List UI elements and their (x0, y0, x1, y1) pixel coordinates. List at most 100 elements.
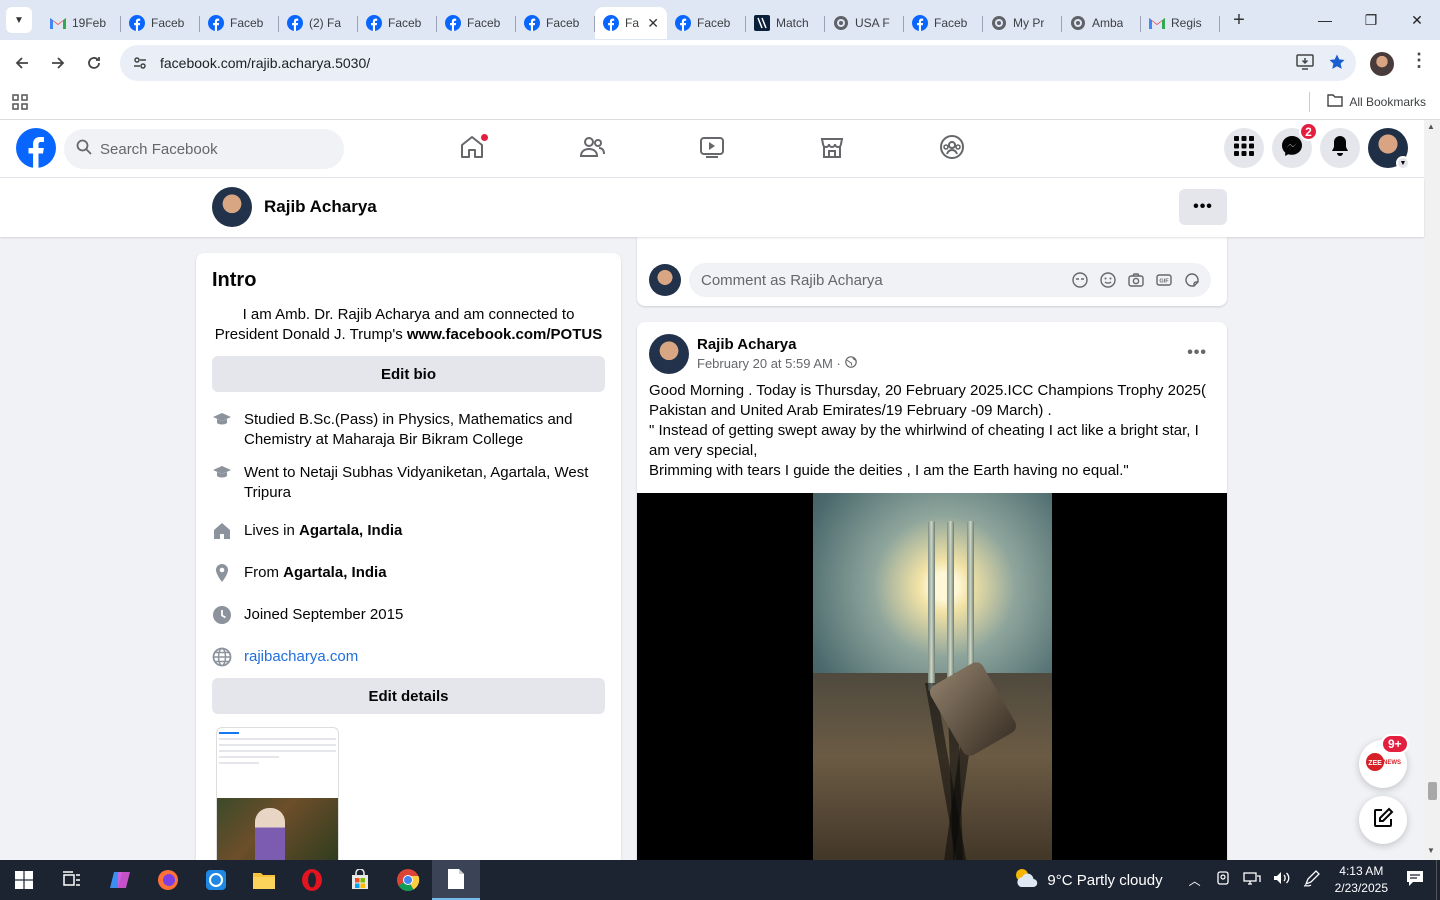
search-input[interactable] (100, 140, 300, 158)
profile-sticky-header: Rajib Acharya ••• (0, 178, 1424, 237)
account-avatar[interactable]: ▼ (1368, 128, 1410, 170)
scrollbar-thumb[interactable] (1428, 782, 1437, 800)
install-app-icon[interactable] (1296, 54, 1314, 75)
copilot-icon[interactable] (96, 860, 144, 900)
website-link[interactable]: rajibacharya.com (244, 647, 358, 667)
chrome-menu-icon[interactable]: ⋮ (1410, 50, 1428, 71)
post-author-name[interactable]: Rajib Acharya (697, 336, 797, 353)
browser-tab[interactable]: Faceb (358, 7, 437, 39)
tab-video[interactable] (652, 120, 772, 178)
facebook-top-nav: 2 ▼ (0, 120, 1424, 178)
site-info-icon[interactable] (124, 55, 156, 71)
microsoft-store-icon[interactable] (336, 860, 384, 900)
browser-tab[interactable]: (2) Fa (279, 7, 358, 39)
file-explorer-icon[interactable] (240, 860, 288, 900)
browser-tab[interactable]: Faceb (200, 7, 279, 39)
browser-tab[interactable]: Faceb (667, 7, 746, 39)
chrome-icon[interactable] (384, 860, 432, 900)
task-view-icon[interactable] (48, 860, 96, 900)
tab-marketplace[interactable] (772, 120, 892, 178)
forward-button[interactable] (40, 45, 76, 81)
new-message-button[interactable] (1359, 796, 1407, 844)
opera-icon[interactable] (288, 860, 336, 900)
browser-tab[interactable]: Amba (1062, 7, 1141, 39)
scroll-up-arrow[interactable]: ▲ (1427, 122, 1435, 131)
browser-tab[interactable]: Faceb (516, 7, 595, 39)
bio-link[interactable]: www.facebook.com/POTUS (407, 326, 602, 343)
messenger-button[interactable]: 2 (1272, 122, 1318, 168)
post-image[interactable] (637, 493, 1227, 882)
tab-title: Faceb (546, 16, 580, 30)
browser-tab[interactable]: Faceb (437, 7, 516, 39)
from-place[interactable]: Agartala, India (283, 564, 386, 581)
camera-icon[interactable] (1127, 271, 1145, 289)
page-scrollbar[interactable]: ▲ ▼ (1424, 120, 1440, 860)
globe-icon (991, 15, 1007, 31)
lives-place[interactable]: Agartala, India (299, 522, 402, 539)
new-tab-button[interactable]: + (1224, 5, 1254, 35)
facebook-icon (675, 15, 691, 31)
sticker-icon[interactable] (1183, 271, 1201, 289)
notepad-icon[interactable] (432, 860, 480, 900)
pen-icon[interactable] (1303, 869, 1321, 891)
edit-bio-button[interactable]: Edit bio (212, 356, 605, 392)
featured-photo-thumbnail[interactable] (216, 727, 339, 867)
bookmark-star-icon[interactable] (1328, 53, 1346, 76)
profile-more-button[interactable]: ••• (1179, 189, 1227, 225)
edit-details-button[interactable]: Edit details (212, 678, 605, 714)
weather-widget[interactable]: 9°C Partly cloudy (1013, 867, 1163, 893)
close-tab-icon[interactable]: ✕ (647, 15, 659, 32)
all-bookmarks-button[interactable]: All Bookmarks (1327, 93, 1426, 110)
network-icon[interactable] (1242, 870, 1261, 890)
browser-tab[interactable]: Faceb (904, 7, 983, 39)
url-text[interactable]: facebook.com/rajib.acharya.5030/ (160, 55, 370, 71)
meet-now-icon[interactable] (1215, 870, 1231, 890)
notifications-button[interactable] (1320, 128, 1360, 168)
commenter-avatar[interactable] (649, 264, 681, 296)
tab-search-button[interactable]: ▼ (6, 7, 32, 33)
taskbar-clock[interactable]: 4:13 AM 2/23/2025 (1335, 863, 1388, 897)
maximize-button[interactable]: ❐ (1348, 0, 1394, 40)
emoji-icon[interactable] (1099, 271, 1117, 289)
avatar-sticker-icon[interactable] (1071, 271, 1089, 289)
post-options-button[interactable]: ••• (1187, 344, 1207, 362)
tab-friends[interactable] (532, 120, 652, 178)
app-blue-icon[interactable] (192, 860, 240, 900)
tab-active[interactable]: Fa ✕ (595, 7, 667, 39)
thumbnail-line (219, 762, 259, 764)
facebook-search-box[interactable] (64, 129, 344, 169)
facebook-logo[interactable] (16, 128, 56, 168)
close-window-button[interactable]: ✕ (1394, 0, 1440, 40)
chevron-up-icon[interactable]: ︿ (1189, 872, 1201, 889)
volume-icon[interactable] (1273, 870, 1291, 890)
minimize-button[interactable]: — (1302, 0, 1348, 40)
reload-button[interactable] (76, 45, 112, 81)
start-button[interactable] (0, 860, 48, 900)
browser-tab[interactable]: USA F (825, 7, 904, 39)
comment-input[interactable]: Comment as Rajib Acharya GIF (689, 263, 1211, 297)
tab-groups[interactable] (892, 120, 1012, 178)
menu-button[interactable] (1224, 128, 1264, 168)
browser-tab[interactable]: Regis (1141, 7, 1220, 39)
profile-avatar[interactable] (212, 187, 252, 227)
tab-home[interactable] (412, 120, 532, 178)
studied-text: Studied B.Sc.(Pass) in Physics, Mathemat… (244, 411, 573, 448)
chrome-profile-avatar[interactable] (1370, 52, 1394, 76)
post-time-text[interactable]: February 20 at 5:59 AM · (697, 356, 841, 371)
firefox-icon[interactable] (144, 860, 192, 900)
back-button[interactable] (4, 45, 40, 81)
post-author-avatar[interactable] (649, 334, 689, 374)
browser-tab[interactable]: Faceb (121, 7, 200, 39)
gif-icon[interactable]: GIF (1155, 271, 1173, 289)
profile-name[interactable]: Rajib Acharya (264, 197, 377, 217)
action-center-icon[interactable] (1406, 869, 1424, 891)
all-bookmarks-label: All Bookmarks (1349, 94, 1426, 109)
apps-grid-icon[interactable] (12, 94, 28, 115)
scroll-down-arrow[interactable]: ▼ (1427, 846, 1435, 855)
browser-tab[interactable]: My Pr (983, 7, 1062, 39)
browser-tab[interactable]: Match (746, 7, 825, 39)
browser-tab[interactable]: 19Feb (42, 7, 121, 39)
omnibox[interactable]: facebook.com/rajib.acharya.5030/ (120, 45, 1356, 81)
show-desktop-button[interactable] (1436, 860, 1440, 900)
menu-grid-icon (1234, 135, 1254, 161)
